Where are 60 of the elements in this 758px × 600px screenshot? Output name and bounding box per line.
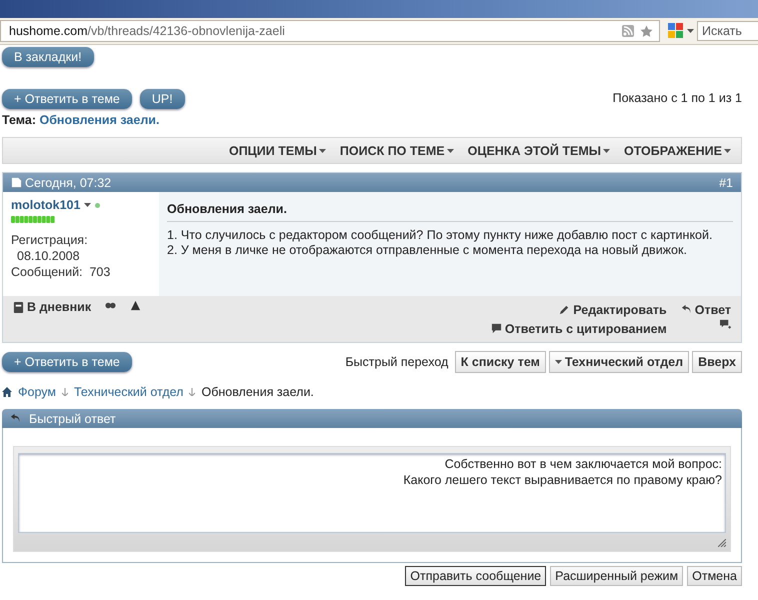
diary-link[interactable]: В дневник xyxy=(13,300,92,314)
top-button[interactable]: Вверх xyxy=(692,351,742,373)
reputation-icon xyxy=(11,216,55,223)
post-title: Обновления заели. xyxy=(167,202,733,222)
speech-bubble-icon xyxy=(490,323,502,334)
caret-icon xyxy=(724,148,731,152)
quick-reply-title: Быстрый ответ xyxy=(29,412,116,426)
resize-handle-icon[interactable] xyxy=(718,539,726,547)
post-text: 1. Что случилось с редактором сообщений? По этому пункту ниже добавлю пост с картинкой. xyxy=(167,228,714,243)
form-button[interactable]: Расширенный режим xyxy=(550,566,684,586)
reply-button[interactable]: + Ответить в теме xyxy=(2,352,132,372)
posts-label: Сообщений: xyxy=(11,265,83,279)
book-icon xyxy=(13,302,24,312)
caret-icon xyxy=(602,148,610,152)
thread-action-button[interactable]: UP! xyxy=(140,89,185,109)
caret-icon xyxy=(446,148,454,152)
message-field[interactable]: Собственно вот в чем заключается мой вопрос: Какого лешего текст выравнивается по правому краю? xyxy=(18,453,726,533)
document-icon xyxy=(11,177,22,188)
add-comment-icon xyxy=(720,319,731,330)
separator-icon xyxy=(189,388,196,396)
registration-date: 08.10.2008 xyxy=(16,248,81,264)
pencil-icon xyxy=(559,304,570,315)
caret-icon xyxy=(554,360,562,364)
glasses-icon xyxy=(105,300,116,311)
warning-icon xyxy=(130,300,142,311)
thread-action-button[interactable]: + Ответить в теме xyxy=(2,89,132,109)
pagination-text: Показано с 1 по 1 из 1 xyxy=(612,90,743,105)
quote-link[interactable]: Ответить с цитированием xyxy=(490,319,667,338)
breadcrumb-link[interactable]: Технический отдел xyxy=(74,385,184,399)
breadcrumb-link[interactable]: Форум xyxy=(18,385,56,399)
bookmark-button[interactable]: В закладки! xyxy=(2,47,94,67)
star-icon[interactable] xyxy=(640,24,653,38)
form-button[interactable]: Отправить сообщение xyxy=(405,566,546,586)
menu-item[interactable]: ПОИСК ПО ТЕМЕ xyxy=(340,144,454,158)
posts-count: 703 xyxy=(89,265,110,279)
menu-item[interactable]: ОПЦИИ ТЕМЫ xyxy=(228,144,326,158)
rss-icon[interactable] xyxy=(622,25,634,37)
search-field[interactable]: Искать xyxy=(697,21,758,41)
registration-label: Регистрация: xyxy=(11,232,89,248)
quick-nav-label: Быстрый переход xyxy=(345,355,450,369)
edit-link[interactable]: Редактировать xyxy=(559,300,667,319)
thread-list-button[interactable]: К списку тем xyxy=(454,351,546,373)
caret-icon xyxy=(84,203,92,207)
separator-icon xyxy=(62,388,68,396)
breadcrumb-current: Обновления заели. xyxy=(201,385,314,399)
search-engine-icon xyxy=(668,23,684,39)
post-date: Сегодня, 07:32 xyxy=(25,176,112,190)
username-link[interactable]: molotok101 xyxy=(11,198,80,212)
form-button[interactable]: Отмена xyxy=(687,566,742,586)
post-text: 2. У меня в личке не отображаются отправленные с момента перехода на новый движок. xyxy=(167,243,688,258)
address-bar[interactable]: hushome.com/vb/threads/42136-obnovlenija-zaeli xyxy=(0,20,660,42)
caret-icon xyxy=(687,29,694,33)
reply-link[interactable]: Ответ xyxy=(680,300,731,319)
thread-label: Тема: xyxy=(2,113,36,127)
home-icon[interactable] xyxy=(2,387,12,397)
menu-item[interactable]: ОТОБРАЖЕНИЕ xyxy=(624,144,731,158)
thread-title-link[interactable]: Обновления заели. xyxy=(39,113,160,127)
caret-icon xyxy=(318,148,326,152)
forum-select-button[interactable]: Технический отдел xyxy=(548,351,690,373)
menu-item[interactable]: ОЦЕНКА ЭТОЙ ТЕМЫ xyxy=(468,144,610,158)
